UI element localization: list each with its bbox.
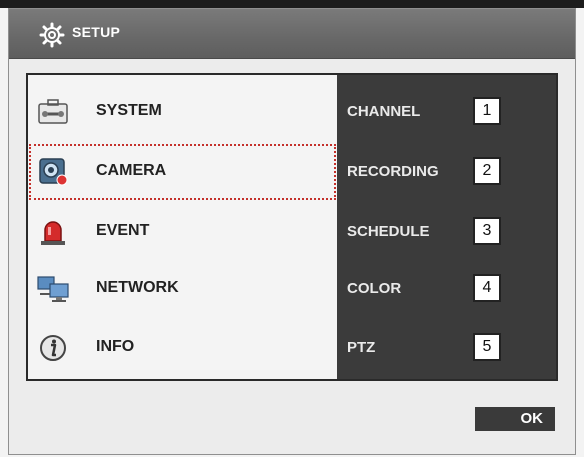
menu-item-label: EVENT [96, 222, 150, 239]
submenu-item-channel[interactable]: CHANNEL 1 [337, 83, 556, 141]
window-title: SETUP [72, 24, 121, 40]
submenu-item-label: RECORDING [347, 163, 439, 180]
submenu-item-label: SCHEDULE [347, 223, 430, 240]
ok-button[interactable]: OK [475, 407, 555, 431]
menu-item-network[interactable]: NETWORK [28, 260, 337, 318]
menu-item-event[interactable]: EVENT [28, 203, 337, 261]
main-menu: SYSTEM CAMERA EVENT NETWORK INFO [28, 75, 337, 379]
menu-item-label: CAMERA [96, 162, 167, 179]
submenu-number-badge: 4 [473, 274, 501, 302]
menu-item-camera[interactable]: CAMERA [28, 143, 337, 201]
setup-window: SETUP SYSTEM CAMERA EVENT NETWORK INFO C… [8, 8, 576, 455]
menu-item-system[interactable]: SYSTEM [28, 83, 337, 141]
top-border [0, 0, 584, 8]
submenu-item-label: COLOR [347, 280, 402, 297]
menu-item-label: INFO [96, 338, 135, 355]
toolbox-icon [38, 99, 68, 124]
gear-icon [39, 22, 65, 48]
submenu-panel: CHANNEL 1 RECORDING 2 SCHEDULE 3 COLOR 4… [337, 75, 556, 379]
submenu-item-label: PTZ [347, 339, 376, 356]
menu-item-label: NETWORK [96, 279, 179, 296]
camera-icon [39, 158, 68, 186]
submenu-item-label: CHANNEL [347, 103, 421, 120]
title-bar: SETUP [9, 9, 575, 59]
menu-item-label: SYSTEM [96, 102, 162, 119]
submenu-number-badge: 3 [473, 217, 501, 245]
submenu-number-badge: 5 [473, 333, 501, 361]
submenu-number-badge: 2 [473, 157, 501, 185]
info-icon [40, 335, 66, 361]
menu-item-info[interactable]: INFO [28, 319, 337, 377]
submenu-item-recording[interactable]: RECORDING 2 [337, 143, 556, 201]
submenu-item-ptz[interactable]: PTZ 5 [337, 319, 556, 377]
submenu-item-schedule[interactable]: SCHEDULE 3 [337, 203, 556, 261]
submenu-number-badge: 1 [473, 97, 501, 125]
setup-panel: SYSTEM CAMERA EVENT NETWORK INFO CHANNEL… [26, 73, 558, 381]
submenu-item-color[interactable]: COLOR 4 [337, 260, 556, 318]
network-icon [37, 276, 69, 302]
alarm-light-icon [41, 221, 65, 245]
